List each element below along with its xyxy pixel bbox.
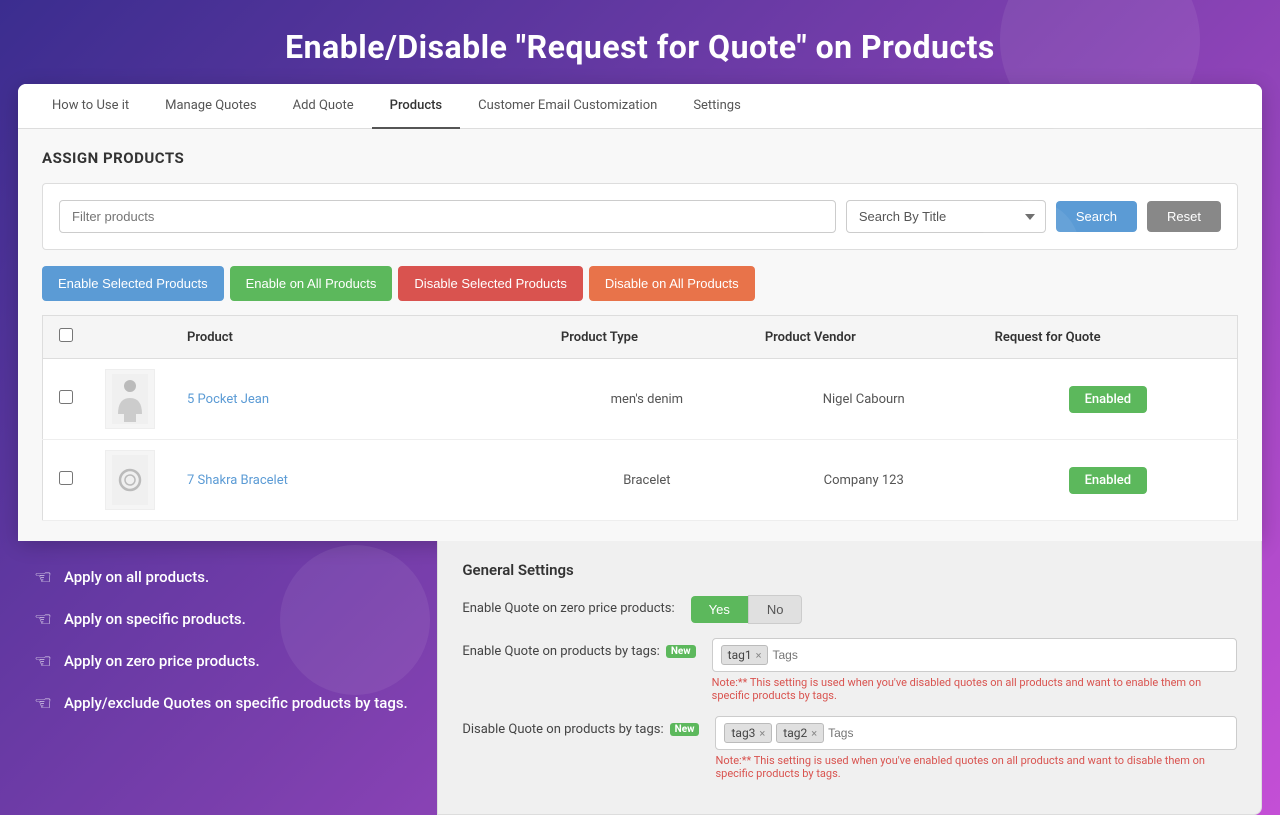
tab-products[interactable]: Products <box>372 84 460 129</box>
table-row: 7 Shakra Bracelet Bracelet Company 123 E… <box>43 440 1238 521</box>
product-image <box>105 369 155 429</box>
row-product-name-cell: 7 Shakra Bracelet <box>171 440 545 521</box>
feature-item: ☜ Apply on specific products. <box>34 607 421 631</box>
yes-button[interactable]: Yes <box>691 596 748 623</box>
col-header-rfq: Request for Quote <box>979 316 1238 359</box>
enable-all-button[interactable]: Enable on All Products <box>230 266 393 301</box>
filter-bar: Search By Title Search By Type Search By… <box>42 183 1238 250</box>
product-image <box>105 450 155 510</box>
arrow-icon-2: ☜ <box>34 607 52 631</box>
row-vendor-cell: Nigel Cabourn <box>749 359 979 440</box>
gs-label-enable-tags: Enable Quote on products by tags: New <box>462 638 695 659</box>
row-rfq-cell: Enabled <box>979 359 1238 440</box>
products-table: Product Product Type Product Vendor Requ… <box>42 315 1238 521</box>
table-row: 5 Pocket Jean men's denim Nigel Cabourn … <box>43 359 1238 440</box>
new-badge-2: New <box>670 723 700 736</box>
tab-manage-quotes[interactable]: Manage Quotes <box>147 84 274 129</box>
row-rfq-cell: Enabled <box>979 440 1238 521</box>
row-image-cell <box>89 440 171 521</box>
row-checkbox-cell <box>43 359 90 440</box>
gs-controls-disable-tags: tag3 × tag2 × Note:** This setting is us… <box>715 716 1237 780</box>
arrow-icon-3: ☜ <box>34 649 52 673</box>
tag2-remove[interactable]: × <box>811 727 817 740</box>
gs-controls-enable-tags: tag1 × Note:** This setting is used when… <box>712 638 1237 702</box>
feature-item: ☜ Apply/exclude Quotes on specific produ… <box>34 691 421 715</box>
col-header-vendor: Product Vendor <box>749 316 979 359</box>
section-title: ASSIGN PRODUCTS <box>42 149 1238 167</box>
col-header-type: Product Type <box>545 316 749 359</box>
enable-tags-text-input[interactable] <box>772 648 1228 662</box>
disable-tags-input[interactable]: tag3 × tag2 × <box>715 716 1237 750</box>
col-header-image <box>89 316 171 359</box>
rfq-status-badge: Enabled <box>1069 467 1148 494</box>
features-list: ☜ Apply on all products. ☜ Apply on spec… <box>18 541 437 815</box>
tab-settings[interactable]: Settings <box>675 84 758 129</box>
action-buttons: Enable Selected Products Enable on All P… <box>42 266 1238 301</box>
search-button[interactable]: Search <box>1056 201 1137 232</box>
gs-row-disable-tags: Disable Quote on products by tags: New t… <box>462 716 1237 780</box>
arrow-icon-1: ☜ <box>34 565 52 589</box>
feature-item: ☜ Apply on all products. <box>34 565 421 589</box>
feature-text-1: Apply on all products. <box>64 568 209 586</box>
bottom-section: ☜ Apply on all products. ☜ Apply on spec… <box>18 541 1262 815</box>
row-type-cell: men's denim <box>545 359 749 440</box>
enable-tags-note: Note:** This setting is used when you've… <box>712 676 1237 702</box>
row-2-checkbox[interactable] <box>59 471 73 485</box>
search-input[interactable] <box>59 200 836 233</box>
tag-chip-tag3: tag3 × <box>724 723 772 743</box>
product-link-2[interactable]: 7 Shakra Bracelet <box>187 473 288 488</box>
tag-chip-tag2: tag2 × <box>776 723 824 743</box>
col-header-checkbox <box>43 316 90 359</box>
enable-selected-button[interactable]: Enable Selected Products <box>42 266 224 301</box>
tab-bar: How to Use it Manage Quotes Add Quote Pr… <box>18 84 1262 129</box>
row-type-cell: Bracelet <box>545 440 749 521</box>
tab-add-quote[interactable]: Add Quote <box>275 84 372 129</box>
row-image-cell <box>89 359 171 440</box>
gs-controls-zero-price: YesNo <box>691 595 1237 624</box>
content-area: ASSIGN PRODUCTS Search By Title Search B… <box>18 129 1262 541</box>
search-type-select[interactable]: Search By Title Search By Type Search By… <box>846 200 1046 233</box>
col-header-product: Product <box>171 316 545 359</box>
tag1-remove[interactable]: × <box>756 649 762 662</box>
feature-text-4: Apply/exclude Quotes on specific product… <box>64 694 408 712</box>
row-1-checkbox[interactable] <box>59 390 73 404</box>
disable-all-button[interactable]: Disable on All Products <box>589 266 755 301</box>
reset-button[interactable]: Reset <box>1147 201 1221 232</box>
select-all-checkbox[interactable] <box>59 328 73 342</box>
disable-tags-note: Note:** This setting is used when you've… <box>715 754 1237 780</box>
product-link-1[interactable]: 5 Pocket Jean <box>187 392 269 407</box>
row-vendor-cell: Company 123 <box>749 440 979 521</box>
feature-text-2: Apply on specific products. <box>64 610 246 628</box>
rfq-status-badge: Enabled <box>1069 386 1148 413</box>
disable-selected-button[interactable]: Disable Selected Products <box>398 266 582 301</box>
gs-row-zero-price: Enable Quote on zero price products: Yes… <box>462 595 1237 624</box>
general-settings-panel: General Settings Enable Quote on zero pr… <box>437 541 1262 815</box>
feature-item: ☜ Apply on zero price products. <box>34 649 421 673</box>
tab-customer-email[interactable]: Customer Email Customization <box>460 84 675 129</box>
page-title: Enable/Disable "Request for Quote" on Pr… <box>0 0 1280 84</box>
tab-how-to-use[interactable]: How to Use it <box>34 84 147 129</box>
disable-tags-text-input[interactable] <box>828 726 1228 740</box>
enable-tags-input[interactable]: tag1 × <box>712 638 1237 672</box>
gs-label-zero-price: Enable Quote on zero price products: <box>462 595 674 616</box>
feature-text-3: Apply on zero price products. <box>64 652 260 670</box>
gs-label-disable-tags: Disable Quote on products by tags: New <box>462 716 699 737</box>
general-settings-title: General Settings <box>462 561 1237 579</box>
tag3-remove[interactable]: × <box>759 727 765 740</box>
arrow-icon-4: ☜ <box>34 691 52 715</box>
main-card: How to Use it Manage Quotes Add Quote Pr… <box>18 84 1262 541</box>
tag-chip-tag1: tag1 × <box>721 645 769 665</box>
row-checkbox-cell <box>43 440 90 521</box>
gs-row-enable-tags: Enable Quote on products by tags: New ta… <box>462 638 1237 702</box>
new-badge: New <box>666 645 696 658</box>
no-button[interactable]: No <box>748 595 803 624</box>
row-product-name-cell: 5 Pocket Jean <box>171 359 545 440</box>
